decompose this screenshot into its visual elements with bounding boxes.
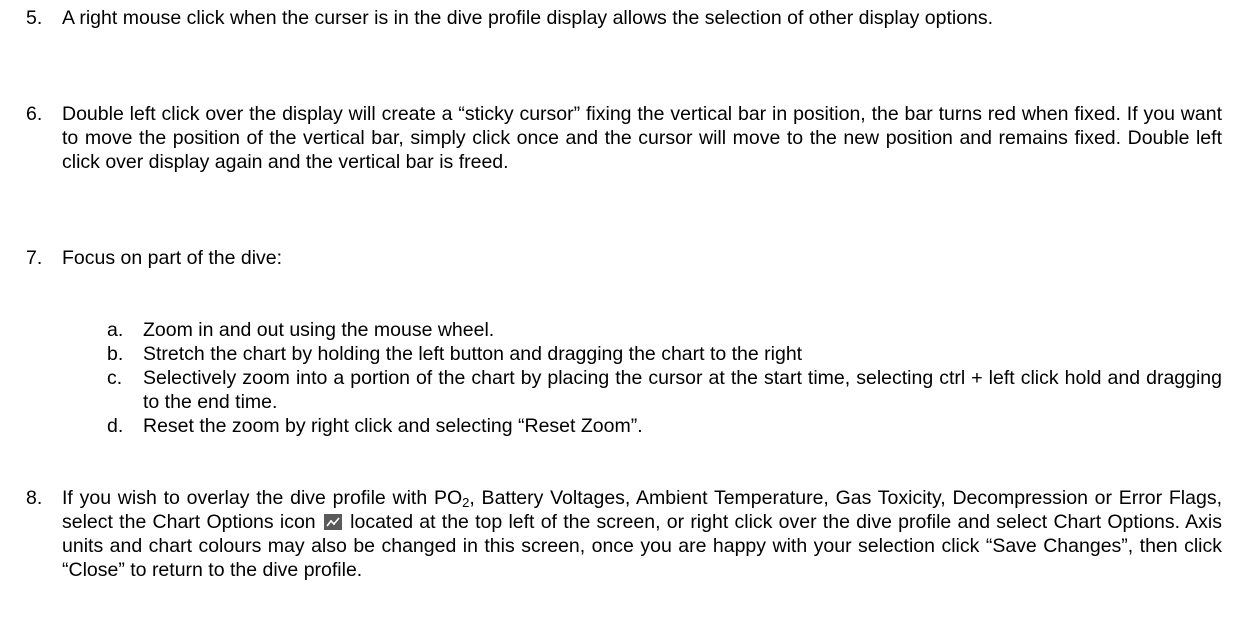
sub-list-text: Reset the zoom by right click and select…: [143, 415, 643, 437]
document-page: 5. A right mouse click when the curser i…: [0, 0, 1242, 644]
list-item-number: 7.: [26, 247, 43, 269]
chart-options-icon: [323, 512, 342, 530]
sub-list-text: Stretch the chart by holding the left bu…: [143, 343, 803, 365]
text-part-1: If you wish to overlay the dive profile …: [62, 487, 463, 509]
sub-list-letter: d.: [107, 415, 124, 437]
list-item-number: 5.: [26, 7, 43, 29]
sub-list-text: Zoom in and out using the mouse wheel.: [143, 319, 495, 341]
list-item-number: 6.: [26, 103, 43, 125]
sub-list-letter: c.: [107, 367, 123, 389]
list-item-text: Double left click over the display will …: [62, 103, 1222, 173]
sub-list-letter: b.: [107, 343, 124, 365]
sub-list-letter: a.: [107, 319, 124, 341]
list-item-number: 8.: [26, 487, 43, 509]
sub-list-text: Selectively zoom into a portion of the c…: [143, 367, 1222, 413]
list-item-text: A right mouse click when the curser is i…: [62, 7, 994, 29]
list-item-text: Focus on part of the dive:: [62, 247, 283, 269]
list-item-text: If you wish to overlay the dive profile …: [62, 486, 1222, 582]
